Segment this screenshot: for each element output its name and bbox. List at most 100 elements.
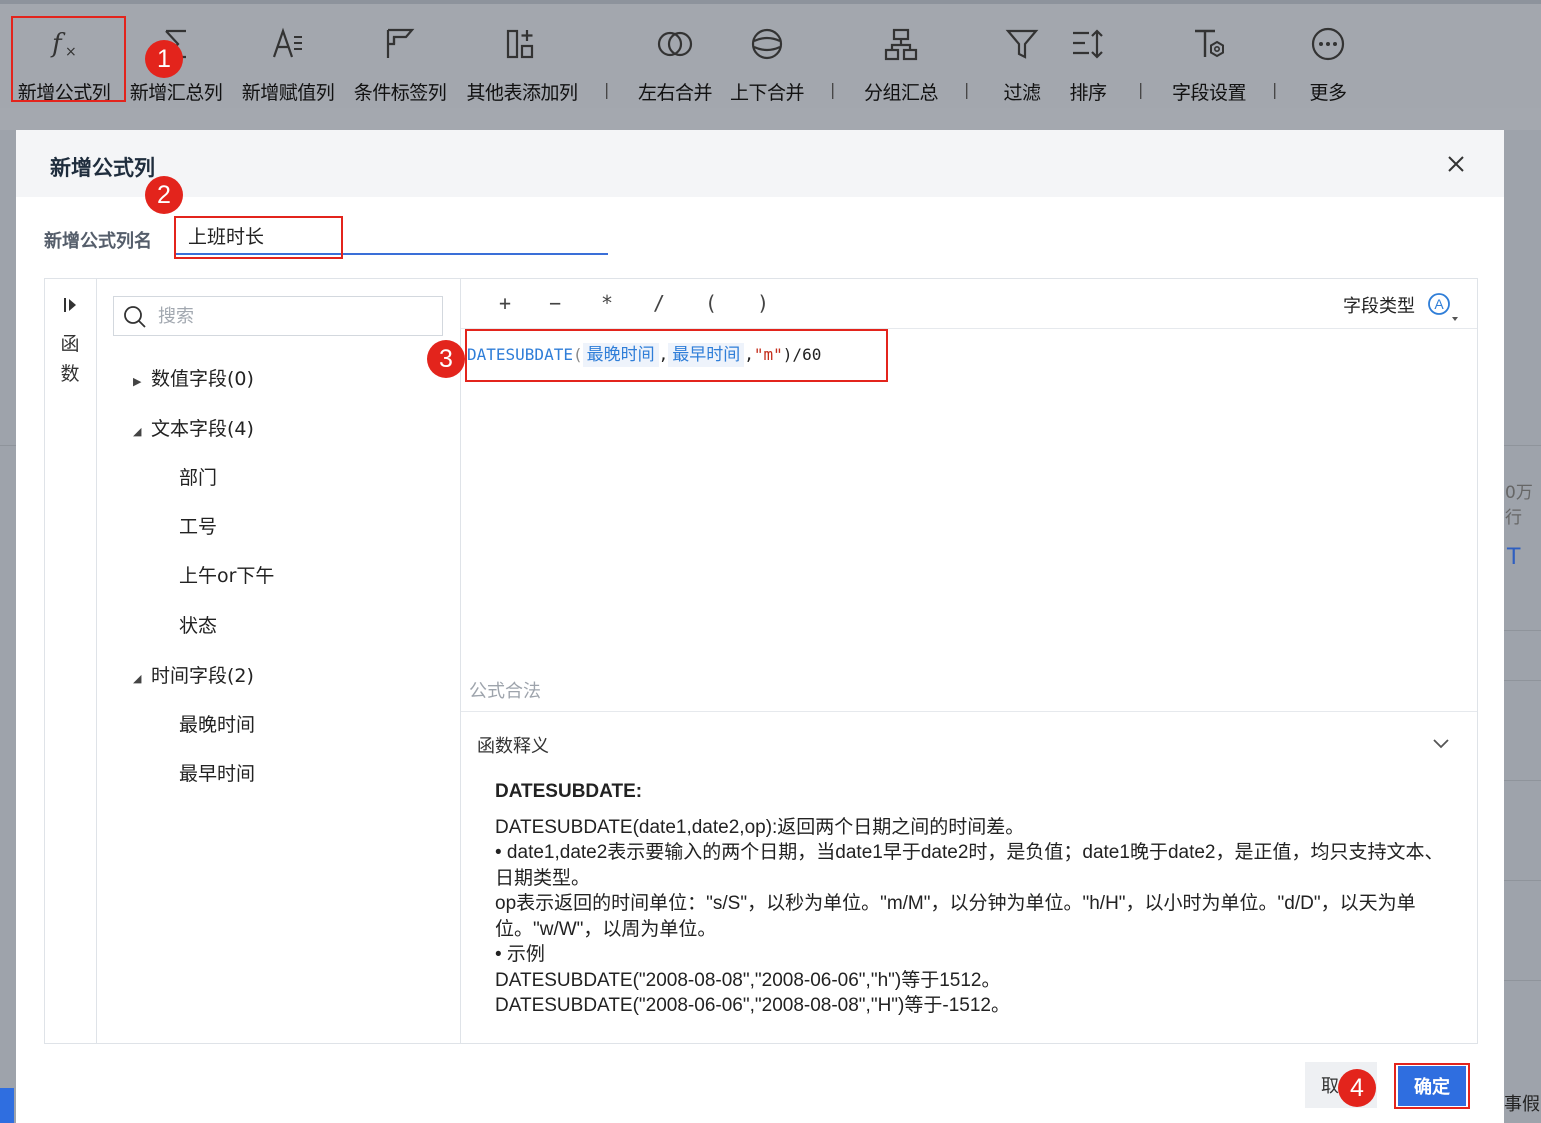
function-doc-heading: DATESUBDATE: [495,781,643,802]
function-doc-line: DATESUBDATE("2008-08-08","2008-06-06","h… [495,969,1001,991]
expand-panel-icon[interactable] [61,295,81,315]
operator-bar: + − * / ( ) 字段类型 A [461,279,1477,329]
background-divider [1504,680,1541,681]
background-area [0,108,1541,130]
function-doc-line: DATESUBDATE(date1,date2,op):返回两个日期之间的时间差… [495,816,1025,838]
operator-plus-button[interactable]: + [499,291,511,315]
assign-value-icon [236,26,340,64]
toolbar-label: 更多 [1309,82,1347,104]
function-rail[interactable]: 函数 [45,279,97,1043]
toolbar-label: 过滤 [1003,82,1041,104]
toolbar-label: 上下合并 [729,82,805,104]
toolbar-label: 其他表添加列 [466,82,578,104]
field-item[interactable]: 部门 [179,463,217,490]
caret-right-icon: ▶ [133,375,142,388]
function-doc-title: 函数释义 [477,736,549,757]
background-text: 0万行 [1505,483,1533,528]
chevron-down-icon[interactable] [1431,733,1451,753]
function-doc-line: • date1,date2表示要输入的两个日期，当date1早于date2时，是… [495,842,1444,889]
svg-text:A: A [1434,296,1444,312]
tree-group-label: 文本字段(4) [151,418,254,440]
caret-down-icon: ◢ [133,425,142,438]
tree-group-time[interactable]: ◢ 时间字段(2) [133,661,254,688]
toolbar-separator: | [1272,80,1278,99]
field-type-icon[interactable]: A [1425,289,1459,323]
condition-tag-icon [348,26,452,64]
merge-vertical-icon [724,26,810,64]
search-icon [124,306,146,328]
merge-horizontal-button[interactable]: 左右合并 [632,26,718,106]
function-rail-label: 函数 [60,333,80,385]
filter-button[interactable]: 过滤 [996,26,1048,106]
formula-validity-status: 公式合法 [469,681,541,702]
tree-group-text[interactable]: ◢ 文本字段(4) [133,414,254,441]
sort-icon [1062,26,1114,64]
toolbar: f × 新增公式列 新增汇总列 新增赋值列 条件标签列 其他表添加列 | 左右合并 [0,0,1541,108]
condition-tag-column-button[interactable]: 条件标签列 [348,26,452,106]
field-search-input[interactable] [158,304,428,328]
dialog-header: 新增公式列 [16,130,1504,197]
toolbar-separator: | [830,80,836,99]
background-text: 事假 [1504,1094,1540,1115]
step-badge: 2 [145,176,183,214]
field-settings-button[interactable]: 字段设置 [1164,26,1254,106]
operator-open-paren-button[interactable]: ( [705,291,717,315]
field-item[interactable]: 最早时间 [179,759,255,786]
field-item[interactable]: 上午or下午 [179,561,274,588]
function-doc-line: • 示例 [495,944,545,965]
background-divider [1504,780,1541,781]
toolbar-separator: | [1138,80,1144,99]
merge-vertical-button[interactable]: 上下合并 [724,26,810,106]
tree-group-label: 数值字段(0) [151,368,254,390]
group-summary-button[interactable]: 分组汇总 [858,26,944,106]
column-name-label: 新增公式列名 [44,231,152,252]
merge-horizontal-icon [632,26,718,64]
more-dots-icon [1302,26,1354,64]
operator-divide-button[interactable]: / [653,291,665,315]
filter-icon [996,26,1048,64]
background-divider [1504,980,1541,981]
toolbar-label: 左右合并 [637,82,713,104]
function-doc-line: DATESUBDATE("2008-06-06","2008-08-08","H… [495,995,1010,1016]
toolbar-separator: | [604,80,610,99]
field-item[interactable]: 工号 [179,512,217,539]
background-text: T [1507,545,1521,570]
close-icon[interactable] [1444,152,1468,176]
step-badge: 4 [1338,1069,1376,1107]
formula-panel: 函数 ▶ 数值字段(0) ◢ 文本字段(4) 部门 工号 上午or下午 状态 ◢ 时间… [44,278,1478,1044]
highlight-box [1394,1063,1470,1109]
field-search-box [113,296,443,336]
operator-multiply-button[interactable]: * [601,291,613,315]
highlight-box [465,329,888,382]
function-doc-line: op表示返回的时间单位："s/S"，以秒为单位。"m/M"，以分钟为单位。"h/… [495,893,1416,940]
more-button[interactable]: 更多 [1302,26,1354,106]
field-type-label: 字段类型 [1343,296,1415,317]
operator-minus-button[interactable]: − [549,291,561,315]
background-divider [0,445,16,446]
add-assign-column-button[interactable]: 新增赋值列 [236,26,340,106]
dialog-title: 新增公式列 [50,156,155,180]
highlight-box [174,216,343,259]
toolbar-label: 新增赋值列 [241,82,335,104]
caret-down-icon: ◢ [133,672,142,685]
toolbar-separator: | [964,80,970,99]
background-divider [1504,630,1541,631]
sort-button[interactable]: 排序 [1062,26,1114,106]
add-column-icon [460,26,584,64]
toolbar-label: 条件标签列 [353,82,447,104]
toolbar-label: 新增汇总列 [129,82,223,104]
divider [461,711,1477,712]
field-tree-pane: ▶ 数值字段(0) ◢ 文本字段(4) 部门 工号 上午or下午 状态 ◢ 时间字段(… [97,279,461,1043]
field-item[interactable]: 最晚时间 [179,710,255,737]
tree-group-numeric[interactable]: ▶ 数值字段(0) [133,364,254,391]
toolbar-label: 分组汇总 [863,82,939,104]
add-formula-column-dialog: 新增公式列 新增公式列名 函数 ▶ 数值字段(0) ◢ 文本字段(4) [16,130,1504,1123]
toolbar-label: 字段设置 [1171,82,1247,104]
background-button-edge [0,1088,14,1123]
operator-close-paren-button[interactable]: ) [757,291,769,315]
step-badge: 1 [145,40,183,78]
add-column-from-other-table-button[interactable]: 其他表添加列 [460,26,584,106]
toolbar-label: 排序 [1069,82,1107,104]
field-item[interactable]: 状态 [179,611,217,638]
field-settings-icon [1164,26,1254,64]
